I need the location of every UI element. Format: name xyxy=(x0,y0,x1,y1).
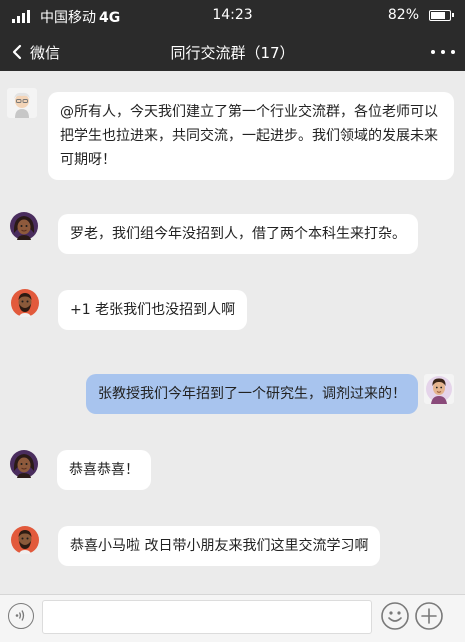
message-input[interactable] xyxy=(42,600,372,634)
bearded-man-avatar-icon[interactable] xyxy=(10,288,40,318)
voice-icon xyxy=(15,610,25,621)
battery-icon xyxy=(429,10,454,21)
voice-input-button[interactable] xyxy=(8,603,34,629)
elderly-man-avatar-icon[interactable] xyxy=(7,88,37,118)
message-bubble[interactable]: 罗老，我们组今年没招到人，借了两个本科生来打杂。 xyxy=(58,214,418,254)
plus-icon xyxy=(415,602,443,630)
woman-avatar-icon[interactable] xyxy=(9,211,39,241)
message-bubble[interactable]: 恭喜小马啦 改日带小朋友来我们这里交流学习啊 xyxy=(58,526,381,566)
man-avatar-icon[interactable] xyxy=(424,374,454,404)
battery-percentage: 82% xyxy=(387,7,419,23)
smiley-icon xyxy=(381,602,409,630)
message-bubble[interactable]: 张教授我们今年招到了一个研究生，调剂过来的！ xyxy=(86,374,418,414)
bearded-man-avatar-icon[interactable] xyxy=(10,525,40,555)
chat-title: 同行交流群（17） xyxy=(170,44,295,62)
message-bubble[interactable]: @所有人，今天我们建立了第一个行业交流群，各位老师可以把学生也拉进来，共同交流，… xyxy=(48,92,454,180)
more-functions-button[interactable] xyxy=(414,601,444,631)
message-bubble[interactable]: 恭喜恭喜！ xyxy=(57,450,151,490)
more-options-button[interactable] xyxy=(431,48,455,56)
woman-avatar-icon[interactable] xyxy=(9,449,39,479)
emoji-button[interactable] xyxy=(380,601,410,631)
status-bar: 中国移动 4G 14:23 82% xyxy=(0,0,465,32)
nav-bar: 微信 同行交流群（17） xyxy=(0,32,465,71)
message-bubble[interactable]: +1 老张我们也没招到人啊 xyxy=(58,290,248,330)
input-bar xyxy=(0,594,465,642)
